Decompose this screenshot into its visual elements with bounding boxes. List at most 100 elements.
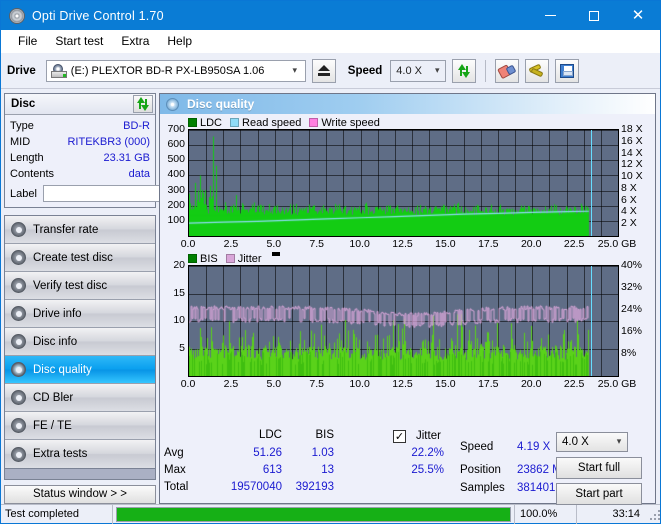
sidebar-item-extra-tests[interactable]: Extra tests: [5, 440, 155, 468]
stats-position-label: Position: [460, 464, 501, 476]
disc-info-panel: Disc Type BD-R MID RITEKBR3 (000) Length…: [4, 93, 245, 208]
speed-select[interactable]: 4.0 X ▾: [390, 59, 447, 82]
stats-header-bis: BIS: [315, 429, 334, 441]
disc-quality-icon: [166, 97, 179, 111]
legend-swatch: [188, 118, 197, 127]
stats-ldc-max: 613: [262, 464, 282, 476]
y2-tick-label: 24%: [621, 303, 643, 315]
x-tick-label: 15.0: [435, 378, 456, 390]
y2-tick-label: 6 X: [621, 193, 637, 206]
bis-plot-area[interactable]: [188, 265, 619, 377]
x-tick-label: 0.0: [180, 238, 196, 250]
progress-bar: [116, 506, 511, 522]
disc-quality-icon: [11, 362, 26, 377]
disc-row-key: MID: [10, 136, 31, 148]
y-tick-label: 700: [167, 123, 185, 135]
legend-item-ldc: LDC: [188, 117, 222, 129]
refresh-button[interactable]: [452, 58, 477, 83]
drive-select[interactable]: (E:) PLEXTOR BD-R PX-LB950SA 1.06 ▾: [45, 59, 306, 82]
start-full-button[interactable]: Start full: [556, 457, 642, 479]
tools-button[interactable]: [525, 58, 550, 83]
disc-refresh-button[interactable]: [133, 95, 153, 113]
sidebar-item-label: Disc quality: [33, 363, 92, 376]
x-tick-label: 22.5: [563, 238, 585, 250]
y2-tick-label: 32%: [621, 281, 643, 293]
y2-tick-label: 18 X: [621, 123, 643, 135]
sidebar-item-label: FE / TE: [33, 419, 72, 432]
disc-row-type: Type BD-R: [10, 118, 150, 134]
stats-speed-label: Speed: [460, 441, 494, 453]
disc-row-key: Type: [10, 120, 34, 132]
statistics-panel: LDC BIS Avg Max Total 51.26 613 19570040…: [160, 427, 655, 505]
sidebar-item-label: Verify test disc: [33, 279, 108, 292]
minimize-button[interactable]: [528, 1, 572, 30]
refresh-icon: [457, 63, 471, 78]
legend-swatch: [188, 254, 197, 263]
sidebar-item-create-test-disc[interactable]: Create test disc: [5, 244, 155, 272]
stats-bis-max: 13: [321, 464, 334, 476]
erase-button[interactable]: [495, 58, 520, 83]
legend-label: BIS: [200, 252, 218, 265]
legend-label: Jitter: [237, 252, 262, 265]
test-speed-select[interactable]: 4.0 X ▾: [556, 432, 628, 452]
legend-item-write-speed: Write speed: [309, 117, 380, 129]
disc-transfer-icon: [11, 222, 26, 237]
menu-file[interactable]: File: [9, 32, 46, 50]
ldc-plot-area[interactable]: [188, 129, 619, 237]
bis-plot-wrap: 20 15 10 5 40% 32% 24% 16% 8%: [162, 259, 653, 377]
menu-start-test[interactable]: Start test: [46, 32, 112, 50]
sidebar-item-disc-info[interactable]: Disc info: [5, 328, 155, 356]
disc-icon: [9, 7, 25, 24]
x-tick-label: 2.5: [223, 238, 239, 250]
sidebar-item-label: Drive info: [33, 307, 82, 320]
sidebar-item-disc-quality[interactable]: Disc quality: [5, 356, 155, 384]
save-button[interactable]: [555, 58, 580, 83]
x-tick-label: 7.5: [309, 378, 324, 390]
floppy-save-icon: [560, 63, 575, 78]
x-tick-label: 17.5: [478, 238, 499, 250]
disc-row-key: Length: [10, 152, 44, 164]
y-tick-label: 600: [167, 138, 185, 151]
eject-button[interactable]: [311, 58, 336, 83]
drive-select-value: (E:) PLEXTOR BD-R PX-LB950SA 1.06: [70, 64, 265, 77]
jitter-label: Jitter: [416, 430, 441, 442]
disc-label-row: Label: [10, 184, 245, 203]
chart-marker-icon: [271, 252, 280, 256]
x-tick-label: 20.0: [520, 238, 542, 250]
x-tick-label: 5.0: [266, 238, 282, 250]
disc-row-mid: MID RITEKBR3 (000): [10, 134, 150, 150]
ldc-y-axis-left: 700 600 500 400 300 200 100: [162, 123, 188, 237]
disc-row-value: 23.31 GB: [103, 152, 150, 164]
disc-info-rows: Type BD-R MID RITEKBR3 (000) Length 23.3…: [5, 115, 245, 207]
sidebar-item-cd-bler[interactable]: CD Bler: [5, 384, 155, 412]
x-tick-label: 10.0: [349, 378, 370, 390]
sidebar-item-fe-te[interactable]: FE / TE: [5, 412, 155, 440]
optical-drive-icon: [50, 63, 67, 78]
status-window-button[interactable]: Status window > >: [4, 484, 156, 504]
legend-swatch: [309, 118, 319, 127]
menu-help[interactable]: Help: [158, 32, 201, 50]
stats-row-max-label: Max: [164, 464, 186, 476]
menu-extra[interactable]: Extra: [112, 32, 158, 50]
refresh-icon: [136, 97, 150, 111]
plot2-canvas: [189, 266, 618, 376]
panel-header: Disc quality: [160, 94, 655, 114]
start-part-button[interactable]: Start part: [556, 483, 642, 505]
bis-chart-legend: BIS Jitter: [162, 252, 653, 265]
sidebar-item-drive-info[interactable]: Drive info: [5, 300, 155, 328]
close-button[interactable]: ✕: [616, 1, 660, 30]
sidebar-item-label: CD Bler: [33, 391, 74, 404]
close-icon: ✕: [631, 6, 645, 24]
sidebar-item-transfer-rate[interactable]: Transfer rate: [5, 216, 155, 244]
stats-jitter-max: 25.5%: [411, 464, 444, 476]
legend-swatch: [225, 254, 235, 263]
resize-grip[interactable]: [646, 505, 660, 524]
window-controls: ✕: [528, 1, 660, 30]
maximize-button[interactable]: [572, 1, 616, 30]
charts-area: LDC Read speed Write speed 700 600 500 400 3…: [160, 114, 655, 427]
sidebar-item-label: Extra tests: [33, 448, 88, 460]
jitter-checkbox[interactable]: ✓: [393, 430, 406, 443]
disc-extra-icon: [11, 446, 26, 462]
sidebar-item-verify-test-disc[interactable]: Verify test disc: [5, 272, 155, 300]
y-tick-label: 5: [179, 341, 185, 354]
